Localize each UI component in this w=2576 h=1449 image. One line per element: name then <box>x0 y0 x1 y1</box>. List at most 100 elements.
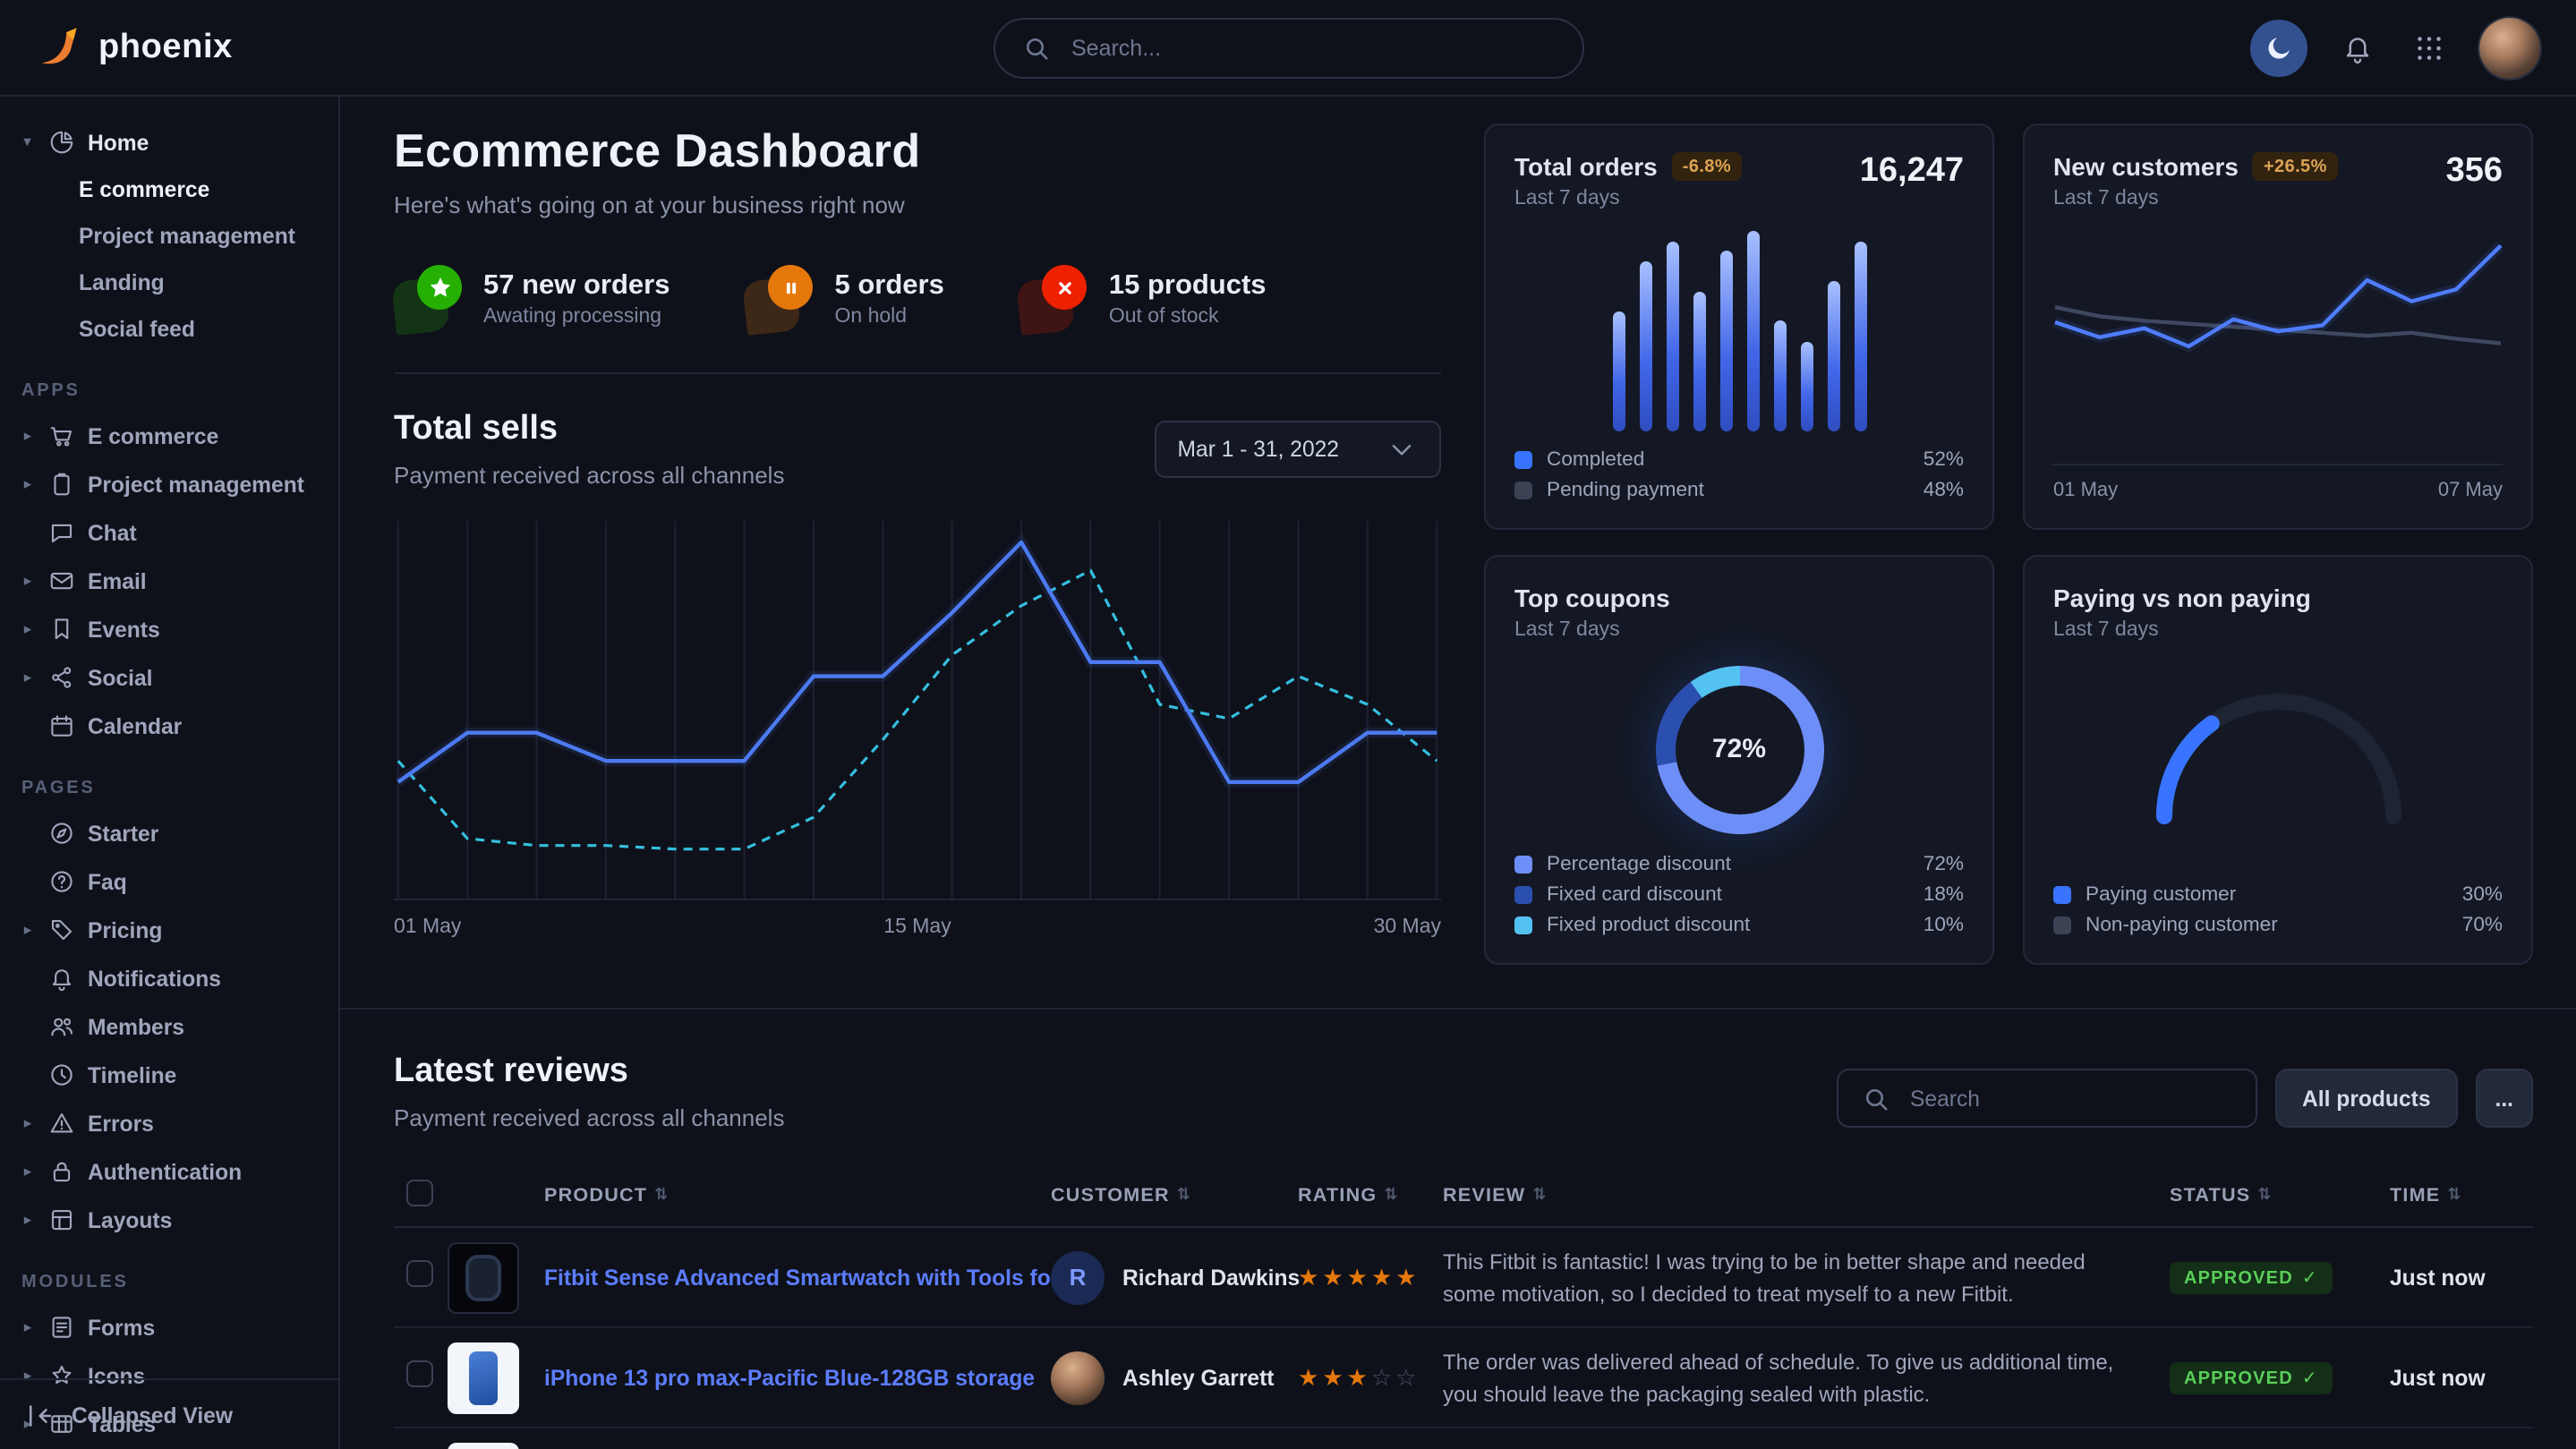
sidebar-item-label: Email <box>88 568 147 593</box>
column-header-time[interactable]: TIME⇅ <box>2390 1184 2533 1206</box>
select-all-checkbox[interactable] <box>406 1179 433 1206</box>
more-options-button[interactable]: ... <box>2476 1069 2534 1128</box>
stat-value: 57 new orders <box>483 270 670 303</box>
tag-icon <box>48 916 75 943</box>
sidebar-item-email[interactable]: ▸ Email <box>0 557 338 605</box>
stat-15-products: 15 productsOut of stock <box>1019 265 1267 333</box>
brand-logo[interactable]: phoenix <box>36 24 233 71</box>
sidebar-item-label: Starter <box>88 821 158 846</box>
sidebar-item-layouts[interactable]: ▸Layouts <box>0 1196 338 1244</box>
sidebar-item-events[interactable]: ▸Events <box>0 605 338 653</box>
product-thumbnail <box>448 1342 519 1413</box>
apps-menu-button[interactable] <box>2408 26 2451 69</box>
legend-swatch <box>2053 916 2071 934</box>
date-range-select[interactable]: Mar 1 - 31, 2022 <box>1155 421 1441 478</box>
total-sells-title: Total sells <box>394 410 784 449</box>
new-customers-change-badge: +26.5% <box>2253 152 2338 181</box>
sidebar-item-home[interactable]: ▸Home <box>0 118 338 166</box>
phoenix-logo-icon <box>36 24 82 71</box>
sidebar-item-members[interactable]: Members <box>0 1002 338 1051</box>
customer-name: Ashley Garrett <box>1122 1365 1275 1390</box>
sort-icon: ⇅ <box>2257 1185 2272 1205</box>
row-checkbox[interactable] <box>406 1360 433 1386</box>
legend-swatch <box>1514 482 1532 499</box>
sidebar-item-authentication[interactable]: ▸Authentication <box>0 1147 338 1196</box>
sidebar-item-faq[interactable]: Faq <box>0 857 338 906</box>
sidebar-item-timeline[interactable]: Timeline <box>0 1051 338 1099</box>
legend-value: 48% <box>1923 480 1964 501</box>
lock-icon <box>48 1158 75 1185</box>
review-text: The order was delivered ahead of schedul… <box>1443 1345 2170 1410</box>
sidebar-subitem-e-commerce[interactable]: E commerce <box>0 166 338 213</box>
sidebar-item-label: Pricing <box>88 917 162 942</box>
user-avatar[interactable] <box>2479 17 2540 78</box>
sidebar-item-project-management[interactable]: ▸Project management <box>0 460 338 508</box>
status-badge: APPROVED✓ <box>2170 1263 2333 1295</box>
sidebar-item-social[interactable]: ▸Social <box>0 653 338 702</box>
all-products-button[interactable]: All products <box>2275 1069 2457 1128</box>
sidebar-item-label: Project management <box>88 472 304 497</box>
sidebar-item-e-commerce[interactable]: ▸E commerce <box>0 412 338 460</box>
sidebar-item-forms[interactable]: ▸Forms <box>0 1303 338 1351</box>
stat-desc: Awating processing <box>483 306 670 328</box>
top-coupons-card: Top coupons Last 7 days 72% Percentage d… <box>1484 555 1994 965</box>
column-header-customer[interactable]: CUSTOMER⇅ <box>1051 1184 1298 1206</box>
apps-grid-icon <box>2413 31 2445 64</box>
bookmark-icon <box>48 616 75 643</box>
sidebar-item-pricing[interactable]: ▸Pricing <box>0 906 338 954</box>
product-link[interactable]: iPhone 13 pro max-Pacific Blue-128GB sto… <box>544 1365 1035 1390</box>
sidebar-item-label: Calendar <box>88 713 182 738</box>
donut-center-label: 72% <box>1712 734 1766 764</box>
product-thumbnail <box>448 1442 519 1449</box>
total-orders-value: 16,247 <box>1860 152 1964 192</box>
global-search-input[interactable] <box>1068 33 1557 62</box>
legend-swatch <box>1514 451 1532 469</box>
search-icon <box>1019 31 1052 64</box>
cart-icon <box>48 422 75 449</box>
product-link[interactable]: Fitbit Sense Advanced Smartwatch with To… <box>544 1265 1051 1290</box>
column-header-status[interactable]: STATUS⇅ <box>2170 1184 2390 1206</box>
legend-value: 30% <box>2462 884 2503 906</box>
collapsed-view-button[interactable]: Collapsed View <box>0 1378 338 1449</box>
column-header-review[interactable]: REVIEW⇅ <box>1443 1184 2170 1206</box>
bell-icon <box>2341 31 2374 64</box>
row-checkbox[interactable] <box>406 1259 433 1286</box>
caret-right-icon: ▸ <box>20 426 36 446</box>
review-time: Just now <box>2390 1365 2533 1390</box>
sidebar-subitem-project-management[interactable]: Project management <box>0 213 338 260</box>
brand-name: phoenix <box>98 28 233 67</box>
sidebar-item-calendar[interactable]: Calendar <box>0 702 338 750</box>
caret-right-icon: ▸ <box>20 1113 36 1133</box>
notifications-button[interactable] <box>2336 26 2379 69</box>
sidebar-item-label: Members <box>88 1014 184 1039</box>
stat-value: 15 products <box>1109 270 1267 303</box>
caret-right-icon: ▸ <box>20 619 36 639</box>
global-search <box>993 17 1583 78</box>
sidebar-item-notifications[interactable]: Notifications <box>0 954 338 1002</box>
review-time: Just now <box>2390 1265 2533 1290</box>
rating-stars: ★★★★★ <box>1298 1263 1443 1291</box>
legend-value: 18% <box>1923 884 1964 906</box>
legend-label: Percentage discount <box>1547 854 1731 875</box>
forms-icon <box>48 1314 75 1341</box>
sidebar-item-chat[interactable]: Chat <box>0 508 338 557</box>
legend-label: Completed <box>1547 449 1644 471</box>
sidebar-item-starter[interactable]: Starter <box>0 809 338 857</box>
column-header-rating[interactable]: RATING⇅ <box>1298 1184 1443 1206</box>
card-title: Top coupons <box>1514 584 1670 612</box>
sidebar-item-errors[interactable]: ▸ Errors <box>0 1099 338 1147</box>
sidebar-item-label: Errors <box>88 1111 154 1136</box>
sidebar-item-label: Notifications <box>88 966 221 991</box>
column-header-product[interactable]: PRODUCT⇅ <box>448 1184 1051 1206</box>
new-customers-line-chart <box>2053 224 2503 460</box>
caret-right-icon: ▸ <box>20 571 36 591</box>
collapsed-view-label: Collapsed View <box>72 1402 233 1428</box>
theme-toggle-button[interactable] <box>2250 19 2307 76</box>
latest-reviews-section: Latest reviews Payment received across a… <box>340 1008 2576 1449</box>
new-customers-card: New customers +26.5% Last 7 days 356 01 … <box>2023 124 2533 530</box>
sidebar-subitem-social-feed[interactable]: Social feed <box>0 306 338 353</box>
reviews-search-input[interactable] <box>1906 1084 2234 1112</box>
total-orders-change-badge: -6.8% <box>1672 152 1742 181</box>
sidebar-subitem-landing[interactable]: Landing <box>0 260 338 306</box>
new-customers-value: 356 <box>2446 152 2503 192</box>
